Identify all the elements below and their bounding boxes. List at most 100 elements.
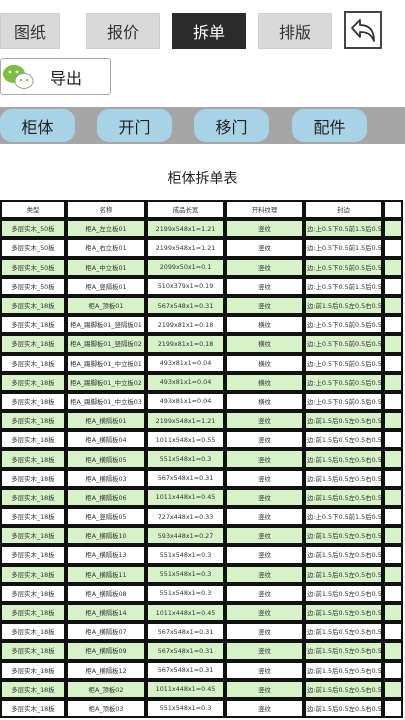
table-row[interactable]: 多层实木_18板 柜A_横隔板01 2199x548x1=1.21 竖纹 边:前1.5后… xyxy=(0,411,403,431)
table-row[interactable]: 多层实木_18板 柜A_横隔板14 1011x448x1=0.45 竖纹 边:前1.5后… xyxy=(0,602,403,623)
table-cell: 柜A_踢脚板01_中立板03 xyxy=(66,391,146,412)
top-tab-bar: 图纸 报价 拆单 排版 xyxy=(0,0,405,58)
table-cell-extra xyxy=(383,468,403,488)
table-row[interactable]: 多层实木_18板 柜A_横隔板06 1011x448x1=0.45 竖纹 边:前1.5后… xyxy=(0,487,403,507)
table-cell: 多层实木_18板 xyxy=(0,564,66,584)
column-header: 封边 xyxy=(304,200,383,220)
table-row[interactable]: 多层实木_18板 柜A_横隔板08 551x548x1=0.3 竖纹 边:前1.5后0.… xyxy=(0,583,403,603)
table-cell: 边:前1.5后0.5左0.5右0.5 xyxy=(304,545,383,565)
table-cell: 竖纹 xyxy=(225,564,304,584)
back-button[interactable] xyxy=(344,11,382,49)
tab-quote[interactable]: 报价 xyxy=(86,13,160,49)
table-row[interactable]: 多层实木_18板 柜A_竖隔板05 727x448x1=0.33 竖纹 边:上0.5下0… xyxy=(0,507,403,527)
table-cell: 多层实木_18板 xyxy=(0,679,66,699)
export-button[interactable]: 导出 xyxy=(0,58,111,95)
table-row[interactable]: 多层实木_18板 柜A_踢脚板01_中立板02 493x81x1=0.04 横纹 边:上… xyxy=(0,372,403,392)
table-cell-extra xyxy=(383,526,403,546)
accessories-button[interactable]: 配件 xyxy=(292,109,367,142)
table-cell: 柜A_竖隔板01 xyxy=(66,276,146,296)
table-header-row: 类型 名称 成品长宽 开料纹理 封边 xyxy=(0,200,403,220)
split-order-table: 类型 名称 成品长宽 开料纹理 封边 多层实木_50板 柜A_左立板01 2199x… xyxy=(0,200,403,719)
table-cell: 多层实木_18板 xyxy=(0,449,66,469)
table-row[interactable]: 多层实木_18板 柜A_顶板03 551x548x1=0.3 竖纹 边:前1.5后0.5… xyxy=(0,698,403,719)
table-cell: 柜A_横隔板05 xyxy=(66,449,146,469)
table-cell: 边:上0.5下0.5前0.5后0.5 xyxy=(304,257,383,277)
table-title: 柜体拆单表 xyxy=(167,171,238,187)
table-cell: 竖纹 xyxy=(225,641,304,661)
table-row[interactable]: 多层实木_18板 柜A_踢脚板01_竖隔板02 2199x81x1=0.18 横纹 边:… xyxy=(0,334,403,354)
table-cell: 边:上0.5下0.5前1.5后0.5 xyxy=(304,507,383,527)
table-cell: 551x548x1=0.3 xyxy=(146,698,225,719)
table-cell-extra xyxy=(383,583,403,603)
table-cell: 柜A_横隔板04 xyxy=(66,430,146,450)
table-cell: 边:前1.5后0.5左0.5右0.5 xyxy=(304,660,383,680)
table-cell: 柜A_横隔板10 xyxy=(66,526,146,546)
table-cell-extra xyxy=(383,641,403,661)
table-cell-extra xyxy=(383,564,403,584)
column-header: 成品长宽 xyxy=(146,200,225,220)
tab-drawings[interactable]: 图纸 xyxy=(0,13,60,49)
table-cell: 边:上0.5下0.5前0.5后0.5 xyxy=(304,315,383,335)
table-row[interactable]: 多层实木_18板 柜A_顶板02 1011x448x1=0.45 竖纹 边:前1.5后0… xyxy=(0,679,403,699)
table-row[interactable]: 多层实木_18板 柜A_横隔板07 567x548x1=0.31 竖纹 边:前1.5后0… xyxy=(0,622,403,642)
table-cell: 竖纹 xyxy=(225,545,304,565)
table-row[interactable]: 多层实木_50板 柜A_竖隔板01 510x379x1=0.19 竖纹 边:上0.5下0… xyxy=(0,276,403,296)
table-cell: 边:前1.5后0.5左0.5右0.5 xyxy=(304,526,383,546)
table-cell: 竖纹 xyxy=(225,430,304,450)
table-row[interactable]: 多层实木_18板 柜A_横隔板12 567x548x1=0.31 竖纹 边:前1.5后0… xyxy=(0,660,403,680)
table-row[interactable]: 多层实木_18板 柜A_横隔板09 567x548x1=0.31 竖纹 边:前1.5后0… xyxy=(0,641,403,661)
table-row[interactable]: 多层实木_18板 柜A_横隔板05 551x548x1=0.3 竖纹 边:前1.5后0.… xyxy=(0,449,403,469)
table-row[interactable]: 多层实木_18板 柜A_踢脚板01_中立板01 493x81x1=0.04 横纹 边:上… xyxy=(0,353,403,373)
table-cell: 多层实木_50板 xyxy=(0,276,66,296)
table-cell: 边:前1.5后0.5左0.5右0.5 xyxy=(304,468,383,488)
table-cell-extra xyxy=(383,430,403,450)
table-row[interactable]: 多层实木_50板 柜A_右立板01 2199x548x1=1.21 竖纹 边:上0.5下… xyxy=(0,238,403,258)
table-cell-extra xyxy=(383,507,403,527)
table-cell: 竖纹 xyxy=(225,526,304,546)
table-row[interactable]: 多层实木_18板 柜A_横隔板03 567x548x1=0.31 竖纹 边:前1.5后0… xyxy=(0,468,403,488)
table-cell: 柜A_横隔板09 xyxy=(66,641,146,661)
table-cell: 竖纹 xyxy=(225,238,304,258)
table-cell: 边:前1.5后0.5左0.5右0.5 xyxy=(304,602,383,623)
table-cell-extra xyxy=(383,411,403,431)
table-cell: 多层实木_18板 xyxy=(0,487,66,507)
tab-layout[interactable]: 排版 xyxy=(258,13,332,49)
table-cell: 柜A_左立板01 xyxy=(66,219,146,239)
table-row[interactable]: 多层实木_18板 柜A_横隔板11 551x548x1=0.3 竖纹 边:前1.5后0.… xyxy=(0,564,403,584)
table-cell: 多层实木_18板 xyxy=(0,526,66,546)
table-row[interactable]: 多层实木_18板 柜A_横隔板10 593x448x1=0.27 竖纹 边:前1.5后0… xyxy=(0,526,403,546)
table-cell: 柜A_横隔板07 xyxy=(66,622,146,642)
tab-split-order[interactable]: 拆单 xyxy=(172,13,246,49)
table-cell: 横纹 xyxy=(225,391,304,412)
table-cell-extra xyxy=(383,353,403,373)
table-cell: 边:前1.5后0.5左0.5右0.5 xyxy=(304,698,383,719)
table-cell: 多层实木_18板 xyxy=(0,622,66,642)
table-row[interactable]: 多层实木_50板 柜A_中立板01 2099x50x1=0.1 竖纹 边:上0.5下0.… xyxy=(0,257,403,277)
table-cell: 柜A_横隔板01 xyxy=(66,411,146,431)
open-door-button[interactable]: 开门 xyxy=(97,109,172,142)
table-cell: 边:上0.5下0.5前0.5后0.5 xyxy=(304,353,383,373)
table-cell-extra xyxy=(383,679,403,699)
table-cell: 柜A_踢脚板01_竖隔板01 xyxy=(66,315,146,335)
table-cell: 柜A_横隔板11 xyxy=(66,564,146,584)
cabinet-body-button[interactable]: 柜体 xyxy=(0,109,75,142)
column-header: 类型 xyxy=(0,200,66,220)
table-cell: 2199x81x1=0.18 xyxy=(146,315,225,335)
table-cell: 柜A_顶板02 xyxy=(66,679,146,699)
table-row[interactable]: 多层实木_18板 柜A_踢脚板01_竖隔板01 2199x81x1=0.18 横纹 边:… xyxy=(0,315,403,335)
sliding-door-button[interactable]: 移门 xyxy=(194,109,269,142)
table-row[interactable]: 多层实木_18板 柜A_横隔板13 551x548x1=0.3 竖纹 边:前1.5后0.… xyxy=(0,545,403,565)
table-cell: 2199x548x1=1.21 xyxy=(146,411,225,431)
table-cell: 边:上0.5下0.5前1.5后0.5 xyxy=(304,219,383,239)
table-cell: 567x548x1=0.31 xyxy=(146,468,225,488)
table-cell: 多层实木_18板 xyxy=(0,583,66,603)
table-row[interactable]: 多层实木_50板 柜A_左立板01 2199x548x1=1.21 竖纹 边:上0.5下… xyxy=(0,219,403,239)
table-row[interactable]: 多层实木_18板 柜A_踢脚板01_中立板03 493x81x1=0.04 横纹 边:上… xyxy=(0,391,403,412)
table-cell: 多层实木_18板 xyxy=(0,602,66,623)
table-cell: 多层实木_50板 xyxy=(0,238,66,258)
table-row[interactable]: 多层实木_18板 柜A_顶板01 567x548x1=0.31 竖纹 边:前1.5后0.… xyxy=(0,295,403,316)
table-cell: 横纹 xyxy=(225,315,304,335)
table-cell: 竖纹 xyxy=(225,468,304,488)
table-row[interactable]: 多层实木_18板 柜A_横隔板04 1011x548x1=0.55 竖纹 边:前1.5后… xyxy=(0,430,403,450)
table-cell: 593x448x1=0.27 xyxy=(146,526,225,546)
